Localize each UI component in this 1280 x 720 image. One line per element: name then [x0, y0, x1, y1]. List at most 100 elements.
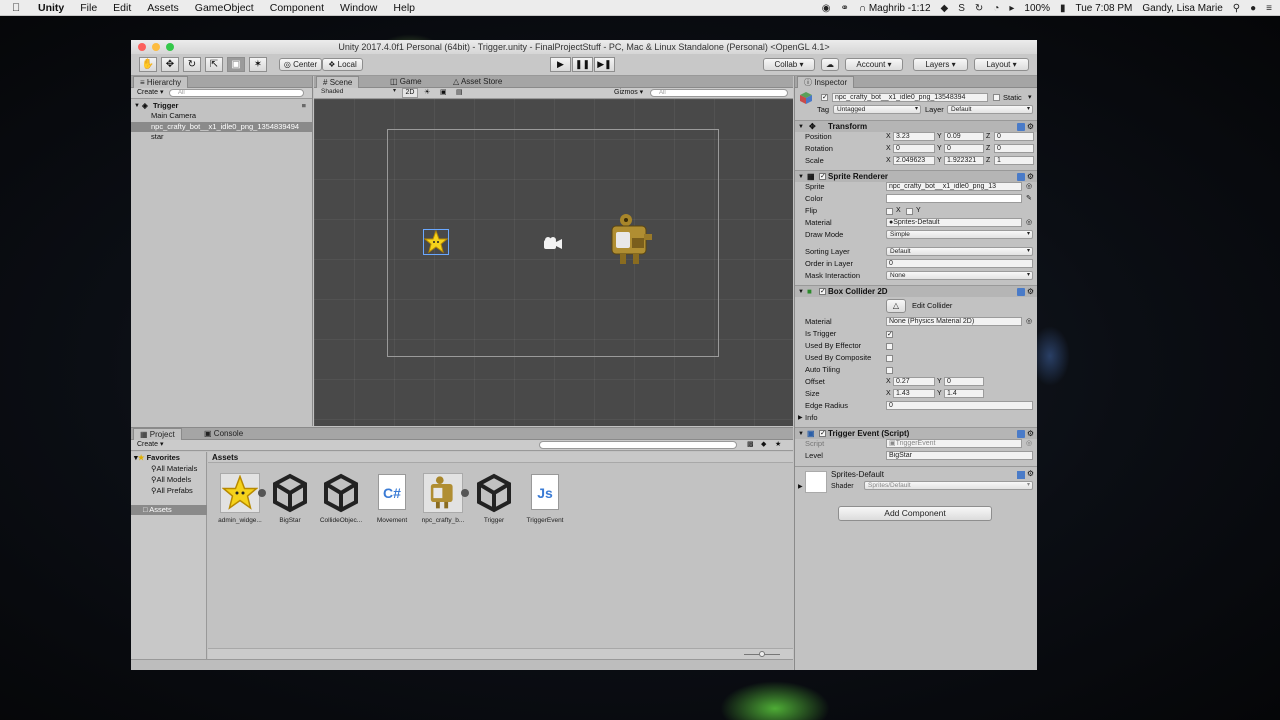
dropbox-icon[interactable]: ◆	[941, 3, 949, 14]
notification-center-icon[interactable]: ≡	[1266, 3, 1272, 14]
minimize-window-button[interactable]	[152, 43, 160, 51]
tab-asset-store[interactable]: △ Asset Store	[447, 76, 508, 88]
add-component-button[interactable]: Add Component	[838, 506, 992, 521]
expand-arrow-icon[interactable]: ▶	[798, 483, 803, 490]
hierarchy-item-npc-bot[interactable]: npc_crafty_bot__x1_idle0_png_1354839494	[131, 122, 312, 132]
gear-icon[interactable]: ⚙	[1027, 469, 1034, 478]
gameobject-active-checkbox[interactable]: ✓	[821, 94, 828, 101]
object-picker-icon[interactable]: ◎	[1026, 181, 1032, 193]
box-collider-enabled-checkbox[interactable]: ✓	[819, 288, 826, 295]
menu-component[interactable]: Component	[262, 2, 332, 14]
scene-root-row[interactable]: ▼ ◈ Trigger ≡	[131, 101, 312, 111]
static-checkbox[interactable]	[993, 94, 1000, 101]
is-trigger-checkbox[interactable]: ✓	[886, 331, 893, 338]
gameobject-name-field[interactable]: npc_crafty_bot__x1_idle0_png_13548394	[832, 93, 988, 102]
rotation-x-field[interactable]: 0	[893, 144, 935, 153]
asset-item[interactable]: Trigger	[470, 473, 518, 524]
position-x-field[interactable]: 3.23	[893, 132, 935, 141]
tab-inspector[interactable]: ⓘ Inspector	[797, 76, 855, 88]
pause-button[interactable]: ❚❚	[572, 57, 593, 72]
record-icon[interactable]: ◉	[822, 3, 831, 14]
hand-tool-icon[interactable]: ✋	[139, 57, 157, 72]
expand-arrow-icon[interactable]: ▼	[134, 101, 140, 111]
menu-app-unity[interactable]: Unity	[30, 2, 72, 14]
apple-icon[interactable]: 	[12, 2, 30, 14]
tag-dropdown[interactable]: Untagged	[833, 105, 921, 114]
material-field[interactable]: ●Sprites-Default	[886, 218, 1022, 227]
menu-file[interactable]: File	[72, 2, 105, 14]
offset-x-field[interactable]: 0.27	[893, 377, 935, 386]
sprite-field[interactable]: npc_crafty_bot__x1_idle0_png_13	[886, 182, 1022, 191]
user-name[interactable]: Gandy, Lisa Marie	[1142, 3, 1222, 14]
sprite-renderer-enabled-checkbox[interactable]: ✓	[819, 173, 826, 180]
mode-2d-toggle[interactable]: 2D	[402, 88, 418, 98]
tab-hierarchy[interactable]: ≡ Hierarchy	[133, 76, 189, 88]
move-tool-icon[interactable]: ✥	[161, 57, 179, 72]
layer-dropdown[interactable]: Default	[947, 105, 1033, 114]
help-book-icon[interactable]	[1017, 471, 1025, 479]
edit-collider-icon[interactable]: △	[886, 299, 906, 313]
layout-dropdown[interactable]: Layout ▾	[974, 58, 1029, 71]
asset-item[interactable]: C# Movement	[368, 473, 416, 524]
folder-assets[interactable]: □ Assets	[131, 505, 207, 515]
shader-dropdown[interactable]: Sprites/Default	[864, 481, 1033, 490]
link-icon[interactable]: ⚭	[840, 3, 848, 14]
offset-y-field[interactable]: 0	[944, 377, 984, 386]
siri-icon[interactable]: ●	[1250, 3, 1256, 14]
bluetooth-icon[interactable]: Ѕ	[958, 3, 965, 14]
effects-toggle-icon[interactable]: ▤	[456, 88, 463, 98]
scene-search-input[interactable]: All	[650, 89, 788, 97]
account-dropdown[interactable]: Account ▾	[845, 58, 903, 71]
filter-label-icon[interactable]: ◆	[761, 440, 766, 450]
size-y-field[interactable]: 1.4	[944, 389, 984, 398]
info-foldout[interactable]: ▶ Info	[795, 412, 1037, 424]
favorite-item[interactable]: ⚲All Models	[151, 475, 191, 485]
cloud-icon[interactable]: ☁	[821, 58, 839, 71]
zoom-window-button[interactable]	[166, 43, 174, 51]
wifi-icon[interactable]: ◔	[993, 3, 999, 14]
hierarchy-create-dropdown[interactable]: Create ▾	[137, 88, 163, 98]
box-collider-header[interactable]: ▼ ■ ✓ Box Collider 2D ⚙	[795, 285, 1037, 297]
used-by-composite-checkbox[interactable]	[886, 355, 893, 362]
pivot-local-button[interactable]: ❖ Local	[322, 58, 363, 71]
asset-item[interactable]: npc_crafty_b...	[419, 473, 469, 524]
asset-item[interactable]: BigStar	[266, 473, 314, 524]
flip-x-checkbox[interactable]	[886, 208, 893, 215]
size-x-field[interactable]: 1.43	[893, 389, 935, 398]
audio-toggle-icon[interactable]: ▣	[440, 88, 447, 98]
level-field[interactable]: BigStar	[886, 451, 1033, 460]
project-search-input[interactable]	[539, 441, 737, 449]
step-button[interactable]: ▶❚	[594, 57, 615, 72]
collider-material-field[interactable]: None (Physics Material 2D)	[886, 317, 1022, 326]
favorite-item[interactable]: ⚲All Prefabs	[151, 486, 193, 496]
color-swatch[interactable]	[886, 194, 1022, 203]
gizmos-dropdown[interactable]: Gizmos ▾	[614, 88, 643, 98]
tab-project[interactable]: ▦ Project	[133, 428, 182, 440]
trigger-event-enabled-checkbox[interactable]: ✓	[819, 430, 826, 437]
rect-tool-icon[interactable]: ▣	[227, 57, 245, 72]
asset-item[interactable]: Js TriggerEvent	[521, 473, 569, 524]
help-book-icon[interactable]	[1017, 173, 1025, 181]
lighting-toggle-icon[interactable]: ☀	[424, 88, 430, 98]
position-y-field[interactable]: 0.09	[944, 132, 984, 141]
help-book-icon[interactable]	[1017, 430, 1025, 438]
thumbnail-size-slider-handle[interactable]	[759, 651, 765, 657]
play-button[interactable]: ▶	[550, 57, 571, 72]
asset-item[interactable]: CollideObjec...	[317, 473, 365, 524]
scale-tool-icon[interactable]: ⇱	[205, 57, 223, 72]
menu-help[interactable]: Help	[385, 2, 423, 14]
pivot-center-button[interactable]: ◎ Center	[279, 58, 322, 71]
favorite-star-icon[interactable]: ★	[775, 440, 781, 450]
position-z-field[interactable]: 0	[994, 132, 1034, 141]
help-book-icon[interactable]	[1017, 123, 1025, 131]
gear-icon[interactable]: ⚙	[1027, 286, 1034, 298]
battery-percent[interactable]: 100%	[1024, 3, 1050, 14]
hierarchy-item-main-camera[interactable]: Main Camera	[131, 111, 312, 121]
camera-gizmo-icon[interactable]	[543, 237, 563, 251]
spotlight-search-icon[interactable]: ⚲	[1233, 3, 1240, 14]
scale-y-field[interactable]: 1.922321	[944, 156, 984, 165]
scale-z-field[interactable]: 1	[994, 156, 1034, 165]
object-picker-icon[interactable]: ◎	[1026, 316, 1032, 328]
edge-radius-field[interactable]: 0	[886, 401, 1033, 410]
volume-icon[interactable]: ▸	[1009, 3, 1014, 14]
